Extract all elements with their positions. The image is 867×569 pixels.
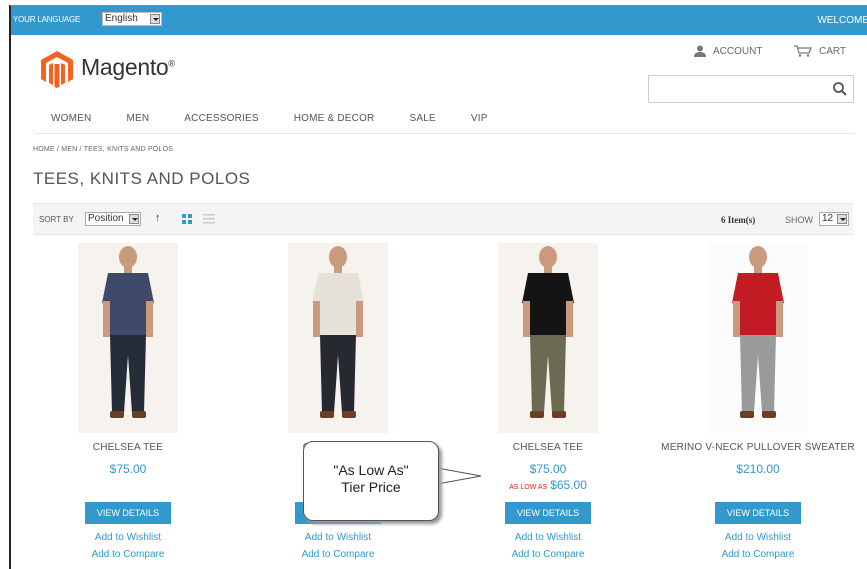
model-figure (708, 243, 808, 433)
search-icon[interactable] (831, 80, 849, 98)
sort-direction-icon[interactable]: ↑ (155, 212, 161, 224)
model-figure (288, 243, 388, 433)
magento-logo[interactable]: Magento® (39, 50, 189, 88)
model-figure (78, 243, 178, 433)
sort-by-label: SORT BY (39, 215, 74, 224)
product-card: MERINO V-NECK PULLOVER SWEATER $210.00 V… (658, 243, 858, 560)
page-title: TEES, KNITS AND POLOS (33, 169, 251, 188)
show-count-select[interactable]: 12 (819, 212, 849, 226)
product-card: CHELSEA TEE VIEW DETAILS Add to Wishlist… (238, 243, 438, 560)
nav-item-sale[interactable]: SALE (409, 113, 435, 124)
grid-view-icon[interactable] (182, 214, 192, 224)
view-details-button[interactable]: VIEW DETAILS (85, 502, 171, 524)
add-to-wishlist-link[interactable]: Add to Wishlist (238, 532, 438, 543)
show-label: SHOW (785, 215, 813, 225)
nav-item-men[interactable]: MEN (126, 113, 149, 124)
show-count-value: 12 (822, 213, 834, 224)
list-view-icon[interactable] (203, 214, 215, 224)
logo-text: Magento® (81, 54, 175, 80)
language-label: YOUR LANGUAGE (13, 15, 81, 24)
nav-item-women[interactable]: WOMEN (51, 113, 91, 124)
search-input[interactable] (648, 75, 854, 103)
item-count: 6 Item(s) (721, 215, 756, 225)
add-to-compare-link[interactable]: Add to Compare (658, 549, 858, 560)
magento-logo-icon (41, 51, 73, 88)
account-label: ACCOUNT (713, 45, 763, 57)
product-name[interactable]: CHELSEA TEE (28, 442, 228, 453)
product-name[interactable]: CHELSEA TEE (448, 442, 648, 453)
nav-item-accessories[interactable]: ACCESSORIES (184, 113, 258, 124)
tier-price-callout: "As Low As" Tier Price (303, 441, 439, 521)
top-bar: YOUR LANGUAGE English WELCOME (11, 6, 867, 35)
cart-link[interactable]: CART (793, 45, 846, 57)
add-to-wishlist-link[interactable]: Add to Wishlist (658, 532, 858, 543)
main-nav: WOMEN MEN ACCESSORIES HOME & DECOR SALE … (51, 113, 523, 124)
account-link[interactable]: ACCOUNT (693, 45, 762, 57)
product-price: $210.00 (736, 462, 780, 476)
add-to-wishlist-link[interactable]: Add to Wishlist (448, 532, 648, 543)
callout-pointer (437, 467, 482, 485)
add-to-compare-link[interactable]: Add to Compare (238, 549, 438, 560)
breadcrumb[interactable]: HOME / MEN / TEES, KNITS AND POLOS (33, 146, 173, 153)
product-image[interactable] (28, 243, 228, 433)
product-toolbar: SORT BY Position ↑ 6 Item(s) SHOW 12 (33, 203, 853, 235)
product-image[interactable] (448, 243, 648, 433)
language-select[interactable]: English (102, 12, 162, 26)
product-card: CHELSEA TEE $75.00 VIEW DETAILS Add to W… (28, 243, 228, 560)
product-image[interactable] (658, 243, 858, 433)
view-details-button[interactable]: VIEW DETAILS (505, 502, 591, 524)
callout-line-1: "As Low As" (333, 462, 409, 478)
model-figure (498, 243, 598, 433)
dropdown-arrow-icon (837, 214, 847, 224)
sort-by-select[interactable]: Position (85, 212, 141, 226)
as-low-as-label: AS LOW AS (509, 484, 548, 491)
product-image[interactable] (238, 243, 438, 433)
nav-item-vip[interactable]: VIP (471, 113, 488, 124)
product-name[interactable]: MERINO V-NECK PULLOVER SWEATER (658, 442, 858, 453)
add-to-compare-link[interactable]: Add to Compare (28, 549, 228, 560)
product-card: CHELSEA TEE $75.00 AS LOW AS $65.00 VIEW … (448, 243, 648, 560)
product-price: $75.00 (109, 462, 147, 476)
dropdown-arrow-icon (150, 14, 160, 24)
welcome-message: WELCOME (817, 15, 867, 26)
user-icon (694, 45, 706, 57)
nav-divider (35, 133, 855, 134)
cart-icon (794, 45, 812, 57)
as-low-as-value: $65.00 (550, 478, 587, 492)
nav-item-home-decor[interactable]: HOME & DECOR (294, 113, 375, 124)
language-value: English (105, 13, 138, 24)
dropdown-arrow-icon (129, 214, 139, 224)
callout-line-2: Tier Price (341, 479, 401, 495)
add-to-compare-link[interactable]: Add to Compare (448, 549, 648, 560)
add-to-wishlist-link[interactable]: Add to Wishlist (28, 532, 228, 543)
sort-by-value: Position (88, 213, 124, 224)
cart-label: CART (819, 45, 847, 57)
view-details-button[interactable]: VIEW DETAILS (715, 502, 801, 524)
